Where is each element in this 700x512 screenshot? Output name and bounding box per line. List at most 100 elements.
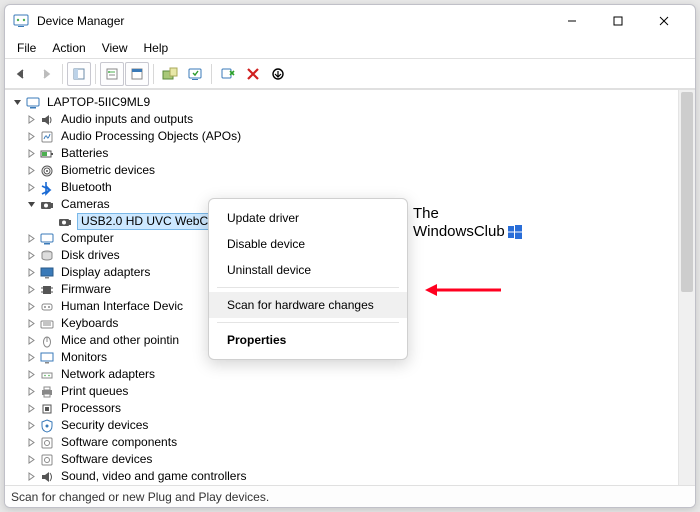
context-menu-item[interactable]: Uninstall device (209, 257, 407, 283)
tree-category-label: Display adapters (59, 264, 152, 281)
show-hide-console-button[interactable] (67, 62, 91, 86)
scrollbar-thumb[interactable] (681, 92, 693, 292)
tree-category-label: Computer (59, 230, 116, 247)
software-icon (39, 435, 55, 451)
sound-icon (39, 469, 55, 485)
network-icon (39, 367, 55, 383)
expand-icon[interactable] (25, 403, 37, 415)
computer-icon (25, 95, 41, 111)
window-title: Device Manager (37, 14, 549, 28)
camera-icon (39, 197, 55, 213)
windows-logo-icon (507, 224, 523, 240)
expand-icon[interactable] (25, 471, 37, 483)
context-menu-item[interactable]: Disable device (209, 231, 407, 257)
context-menu-separator (217, 322, 399, 323)
monitor-icon (39, 350, 55, 366)
expand-icon[interactable] (25, 284, 37, 296)
toolbar-separator (62, 64, 63, 84)
expand-icon[interactable] (25, 454, 37, 466)
speaker-icon (39, 112, 55, 128)
forward-button[interactable] (34, 62, 58, 86)
tree-category-label: Software devices (59, 451, 154, 468)
tree-category[interactable]: Audio inputs and outputs (7, 111, 695, 128)
tree-category-label: Keyboards (59, 315, 120, 332)
expand-icon[interactable] (25, 114, 37, 126)
tree-category[interactable]: Processors (7, 400, 695, 417)
camera-icon (57, 214, 73, 230)
vertical-scrollbar[interactable] (678, 90, 695, 485)
tree-category-label: Sound, video and game controllers (59, 468, 248, 485)
tree-category-label: Audio Processing Objects (APOs) (59, 128, 243, 145)
update-driver-button[interactable] (158, 62, 182, 86)
collapse-icon[interactable] (25, 199, 37, 211)
context-menu-item[interactable]: Properties (209, 327, 407, 353)
expand-icon[interactable] (25, 165, 37, 177)
properties-button[interactable] (100, 62, 124, 86)
tree-category-label: Processors (59, 400, 123, 417)
tree-category-label: Batteries (59, 145, 110, 162)
toolbar (5, 59, 695, 89)
expand-icon[interactable] (25, 250, 37, 262)
expand-icon[interactable] (25, 131, 37, 143)
tree-category[interactable]: Network adapters (7, 366, 695, 383)
tree-category[interactable]: Sound, video and game controllers (7, 468, 695, 485)
tree-category-label: Monitors (59, 349, 109, 366)
expand-icon[interactable] (25, 233, 37, 245)
tree-root[interactable]: LAPTOP-5IIC9ML9 (7, 94, 695, 111)
menu-action[interactable]: Action (44, 39, 93, 57)
software-icon (39, 452, 55, 468)
uninstall-button[interactable] (216, 62, 240, 86)
menu-help[interactable]: Help (136, 39, 177, 57)
expand-icon[interactable] (25, 301, 37, 313)
tree-category[interactable]: Biometric devices (7, 162, 695, 179)
hid-icon (39, 299, 55, 315)
menu-file[interactable]: File (9, 39, 44, 57)
expand-icon[interactable] (25, 148, 37, 160)
scan-hardware-button[interactable] (183, 62, 207, 86)
app-icon (13, 13, 29, 29)
mouse-icon (39, 333, 55, 349)
menu-view[interactable]: View (94, 39, 136, 57)
enable-button[interactable] (266, 62, 290, 86)
tree-category-label: Security devices (59, 417, 150, 434)
help-button[interactable] (125, 62, 149, 86)
display-icon (39, 265, 55, 281)
tree-category-label: Audio inputs and outputs (59, 111, 195, 128)
menubar: File Action View Help (5, 37, 695, 59)
minimize-button[interactable] (549, 5, 595, 37)
close-button[interactable] (641, 5, 687, 37)
tree-category[interactable]: Print queues (7, 383, 695, 400)
expand-icon[interactable] (25, 437, 37, 449)
expand-icon[interactable] (25, 352, 37, 364)
tree-category[interactable]: Software devices (7, 451, 695, 468)
battery-icon (39, 146, 55, 162)
expand-icon[interactable] (25, 335, 37, 347)
tree-category[interactable]: Software components (7, 434, 695, 451)
context-menu-separator (217, 287, 399, 288)
expand-icon[interactable] (25, 267, 37, 279)
context-menu-item[interactable]: Scan for hardware changes (209, 292, 407, 318)
context-menu-item[interactable]: Update driver (209, 205, 407, 231)
collapse-icon[interactable] (11, 97, 23, 109)
expand-icon[interactable] (25, 182, 37, 194)
back-button[interactable] (9, 62, 33, 86)
tree-category[interactable]: Audio Processing Objects (APOs) (7, 128, 695, 145)
disable-button[interactable] (241, 62, 265, 86)
tree-category[interactable]: Bluetooth (7, 179, 695, 196)
printer-icon (39, 384, 55, 400)
tree-category[interactable]: Batteries (7, 145, 695, 162)
tree-root-label: LAPTOP-5IIC9ML9 (45, 94, 152, 111)
expand-icon[interactable] (25, 420, 37, 432)
expand-icon[interactable] (25, 386, 37, 398)
annotation-arrow (423, 282, 503, 298)
tree-category[interactable]: Security devices (7, 417, 695, 434)
tree-category-label: Print queues (59, 383, 130, 400)
toolbar-separator (95, 64, 96, 84)
maximize-button[interactable] (595, 5, 641, 37)
expand-icon[interactable] (25, 369, 37, 381)
tree-category-label: Biometric devices (59, 162, 157, 179)
bluetooth-icon (39, 180, 55, 196)
chip-icon (39, 282, 55, 298)
expand-icon[interactable] (25, 318, 37, 330)
tree-category-label: Human Interface Devic (59, 298, 185, 315)
